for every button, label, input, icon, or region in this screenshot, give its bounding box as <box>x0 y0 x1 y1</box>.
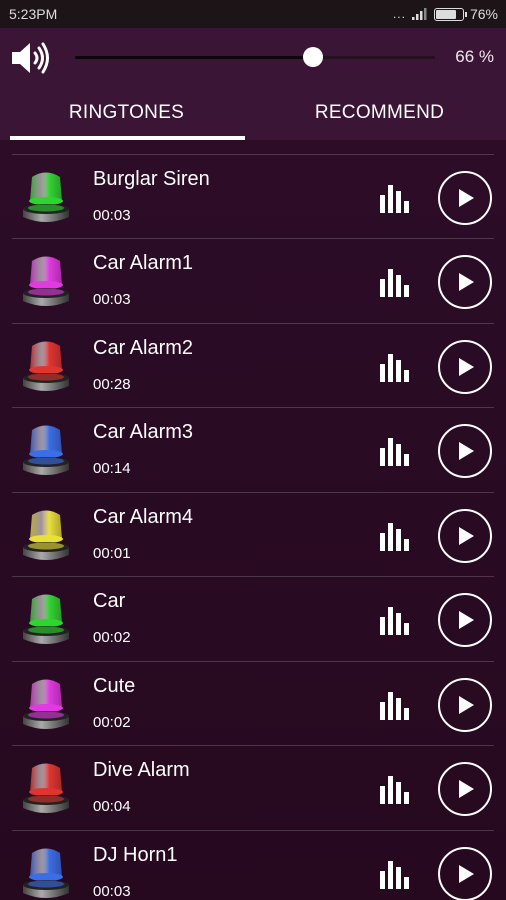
header: 66 % RINGTONES RECOMMEND <box>0 28 506 140</box>
signal-icon <box>411 8 427 20</box>
speaker-icon[interactable] <box>10 41 52 75</box>
list-item[interactable]: Cute 00:02 <box>0 662 506 747</box>
siren-icon <box>23 256 69 306</box>
notification-dots-icon: ... <box>392 7 406 21</box>
siren-icon <box>23 425 69 475</box>
list-item[interactable] <box>0 140 506 155</box>
ringtone-title: Car Alarm1 <box>93 252 194 274</box>
siren-icon <box>23 763 69 813</box>
siren-icon <box>23 341 69 391</box>
equalizer-icon <box>380 269 409 297</box>
volume-percent: 66 % <box>455 47 494 66</box>
ringtone-title: Cute <box>93 674 136 697</box>
siren-icon <box>23 679 69 729</box>
ringtone-duration: 00:14 <box>93 460 131 477</box>
play-icon <box>459 273 474 291</box>
list-item[interactable]: Car Alarm4 00:01 <box>0 493 506 578</box>
volume-slider[interactable] <box>75 47 435 67</box>
equalizer-icon <box>380 522 409 551</box>
battery-icon <box>433 7 467 21</box>
play-icon <box>459 780 474 798</box>
list-item[interactable]: Dive Alarm 00:04 <box>0 746 506 831</box>
ringtone-title: Car <box>93 590 126 612</box>
equalizer-icon <box>380 776 409 804</box>
ringtone-list[interactable]: Burglar Siren 00:03 Car Alarm1 00:03 Car… <box>0 140 506 900</box>
ringtone-duration: 00:02 <box>93 713 131 731</box>
play-icon <box>459 357 474 376</box>
battery-percent: 76% <box>469 6 498 22</box>
volume-slider-thumb[interactable] <box>302 47 323 67</box>
equalizer-icon <box>380 691 409 720</box>
equalizer-icon <box>380 353 409 382</box>
list-item[interactable]: Car Alarm1 00:03 <box>0 239 506 324</box>
status-indicators: ... 76% <box>393 6 498 22</box>
play-button[interactable] <box>438 339 492 394</box>
tab-recommend[interactable]: RECOMMEND <box>253 86 506 140</box>
siren-icon <box>23 510 69 560</box>
volume-slider-fill <box>75 56 313 59</box>
list-item[interactable]: Car Alarm3 00:14 <box>0 408 506 493</box>
ringtone-title: DJ Horn1 <box>93 843 178 866</box>
play-icon <box>459 864 474 883</box>
ringtone-duration: 00:01 <box>93 544 131 562</box>
siren-icon <box>23 594 69 644</box>
play-button[interactable] <box>438 677 492 732</box>
list-item[interactable]: Car 00:02 <box>0 577 506 662</box>
play-button[interactable] <box>438 255 492 309</box>
status-bar: 5:23PM ... 76% <box>0 0 506 28</box>
ringtone-duration: 00:28 <box>93 375 131 393</box>
play-icon <box>459 188 474 207</box>
ringtone-title: Dive Alarm <box>93 759 190 781</box>
ringtone-title: Burglar Siren <box>93 167 210 190</box>
siren-icon <box>23 172 69 222</box>
play-icon <box>459 611 474 629</box>
equalizer-icon <box>380 607 409 635</box>
equalizer-icon <box>380 438 409 466</box>
status-time: 5:23PM <box>9 6 58 22</box>
ringtone-title: Car Alarm4 <box>93 505 194 528</box>
tab-ringtones[interactable]: RINGTONES <box>0 86 253 140</box>
play-button[interactable] <box>438 424 492 478</box>
ringtone-title: Car Alarm3 <box>93 421 194 443</box>
siren-icon <box>23 848 69 898</box>
play-icon <box>459 526 474 545</box>
play-button[interactable] <box>438 762 492 816</box>
ringtone-duration: 00:03 <box>93 291 131 308</box>
ringtone-duration: 00:03 <box>93 882 131 900</box>
tab-bar: RINGTONES RECOMMEND <box>0 86 506 140</box>
equalizer-icon <box>380 860 409 889</box>
ringtone-duration: 00:03 <box>93 206 131 224</box>
play-button[interactable] <box>438 593 492 647</box>
play-button[interactable] <box>438 508 492 563</box>
volume-control: 66 % <box>0 28 506 86</box>
play-button[interactable] <box>438 170 492 225</box>
list-item[interactable]: Car Alarm2 00:28 <box>0 324 506 409</box>
list-item[interactable]: Burglar Siren 00:03 <box>0 155 506 240</box>
ringtone-duration: 00:02 <box>93 629 131 646</box>
ringtone-title: Car Alarm2 <box>93 336 194 359</box>
play-icon <box>459 442 474 460</box>
ringtone-duration: 00:04 <box>93 798 131 815</box>
play-icon <box>459 695 474 714</box>
equalizer-icon <box>380 184 409 213</box>
play-button[interactable] <box>438 846 492 900</box>
siren-icon <box>18 140 74 144</box>
list-item[interactable]: DJ Horn1 00:03 <box>0 831 506 900</box>
